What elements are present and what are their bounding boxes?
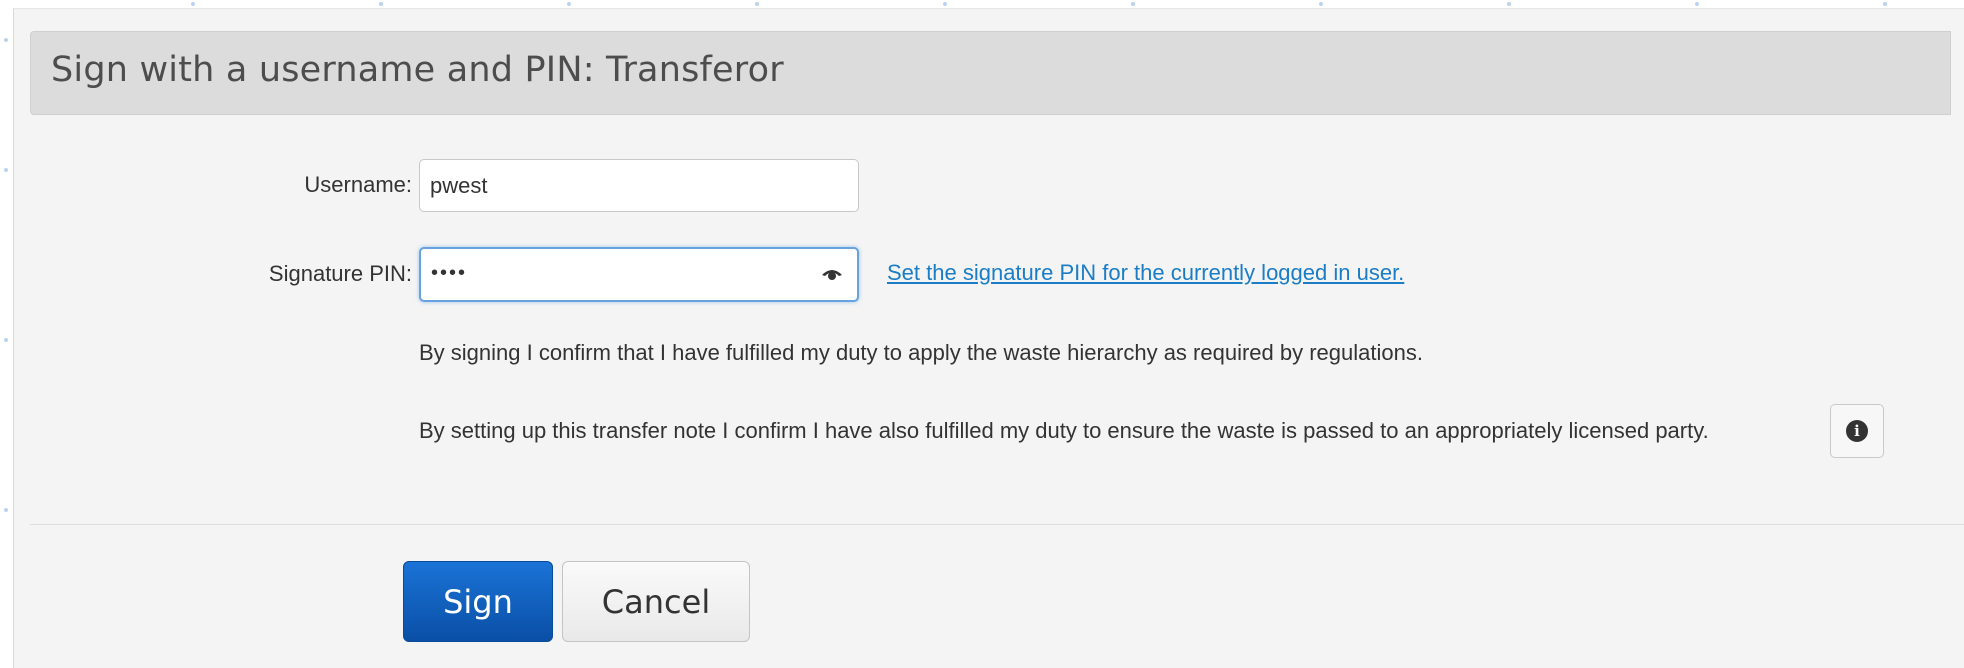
pin-masked-value: •••• (431, 262, 468, 284)
background-pattern-left (4, 38, 8, 512)
username-label: Username: (304, 172, 412, 197)
eye-icon[interactable] (821, 266, 843, 282)
sign-button[interactable]: Sign (403, 561, 553, 642)
transfer-note-statement: By setting up this transfer note I confi… (419, 418, 1709, 443)
cancel-button[interactable]: Cancel (562, 561, 750, 642)
set-signature-pin-link[interactable]: Set the signature PIN for the currently … (887, 260, 1404, 286)
username-input[interactable] (419, 159, 859, 212)
background-pattern-top (191, 2, 1887, 6)
footer-divider (30, 524, 1964, 525)
dialog-header: Sign with a username and PIN: Transferor (30, 31, 1951, 115)
dialog-title: Sign with a username and PIN: Transferor (51, 50, 784, 90)
info-icon: i (1846, 420, 1868, 442)
signature-pin-input[interactable]: •••• (419, 247, 859, 302)
waste-hierarchy-statement: By signing I confirm that I have fulfill… (419, 340, 1423, 365)
signature-pin-label: Signature PIN: (268, 261, 412, 286)
info-button[interactable]: i (1830, 404, 1884, 458)
